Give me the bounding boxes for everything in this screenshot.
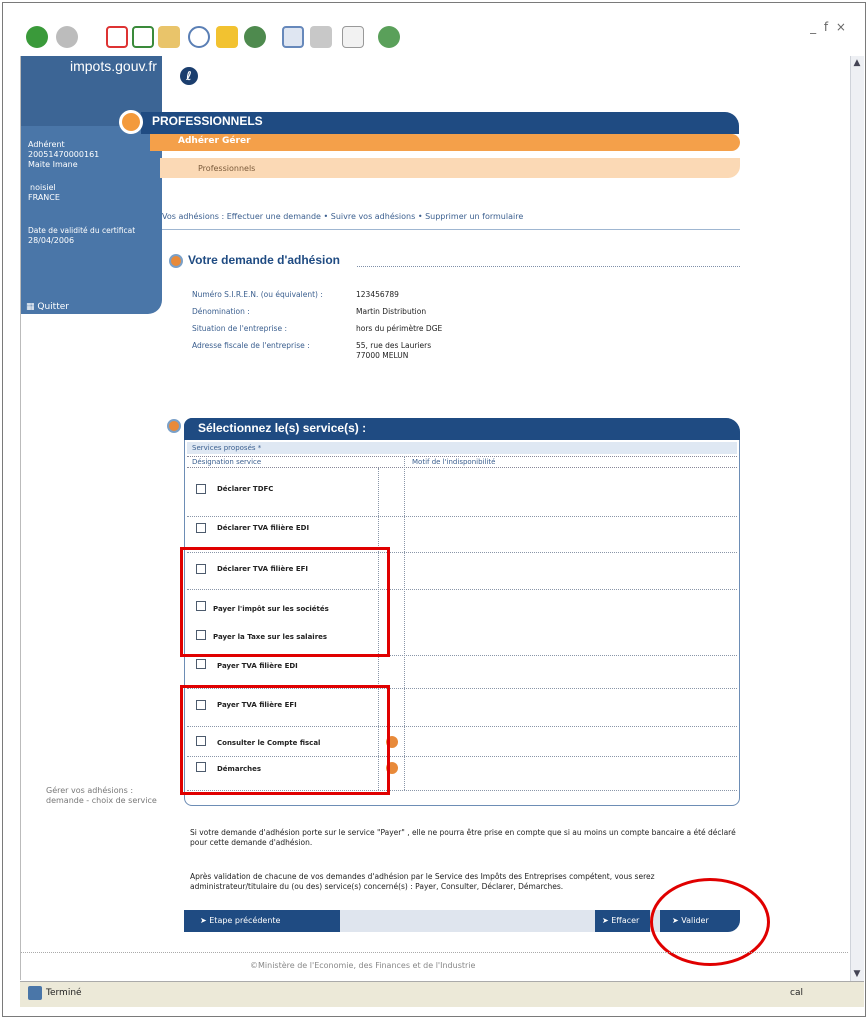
edit-icon[interactable] (342, 26, 364, 48)
services-title: Sélectionnez le(s) service(s) : (198, 421, 367, 435)
address-label: Adresse fiscale de l'entreprise : (192, 341, 310, 350)
forward-icon[interactable] (56, 26, 78, 48)
section-circle-icon (119, 110, 143, 134)
history-icon[interactable] (244, 26, 266, 48)
site-brand[interactable]: impots.gouv.fr (70, 58, 157, 74)
back-icon[interactable] (26, 26, 48, 48)
status-zone: cal (790, 988, 803, 998)
services-proposed-label: Services proposés * (192, 444, 262, 452)
footer-divider (21, 952, 848, 953)
services-subheader (187, 442, 737, 454)
denomination-label: Dénomination : (192, 307, 250, 316)
adherent-id: 20051470000161 (28, 150, 100, 159)
service-label: Payer TVA filière EDI (217, 662, 298, 670)
section-bullet-icon (169, 254, 183, 268)
adherent-label: Adhérent (28, 140, 65, 149)
page-icon (28, 986, 42, 1000)
status-bar (20, 981, 864, 1007)
previous-step-label: ➤ Etape précédente (200, 916, 280, 925)
demande-title: Votre demande d'adhésion (188, 253, 340, 267)
side-note-line-1: Gérer vos adhésions : (46, 786, 134, 795)
logo-icon: ℓ (177, 64, 201, 88)
service-label: Déclarer TVA filière EDI (217, 524, 310, 532)
denomination-value: Martin Distribution (356, 307, 427, 316)
top-small-label: 11 ASM (213, 58, 240, 66)
status-text: Terminé (46, 988, 82, 998)
service-checkbox[interactable] (196, 659, 206, 669)
service-label: Déclarer TDFC (217, 485, 274, 493)
demande-divider (357, 266, 740, 267)
arrow-right-icon: ➤ (602, 916, 612, 925)
scroll-up-icon[interactable]: ▲ (850, 56, 864, 70)
address-line-1: 55, rue des Lauriers (356, 341, 432, 350)
window-controls[interactable]: _ 𝖿 × (810, 20, 848, 34)
nav-divider (162, 229, 740, 230)
side-note: Gérer vos adhésions : demande - choix de… (46, 786, 157, 806)
siren-value: 123456789 (356, 290, 399, 299)
search-icon[interactable] (188, 26, 210, 48)
row-divider (187, 516, 737, 517)
highlight-box (180, 547, 390, 657)
situation-label: Situation de l'entreprise : (192, 324, 287, 333)
arrow-right-icon: ➤ (200, 916, 210, 925)
service-checkbox[interactable] (196, 523, 206, 533)
mail-icon[interactable] (282, 26, 304, 48)
browser-toolbar (26, 22, 846, 58)
refresh-icon[interactable] (132, 26, 154, 48)
col-motif: Motif de l'indisponibilité (412, 458, 496, 466)
stop-icon[interactable] (106, 26, 128, 48)
section-title: PROFESSIONNELS (152, 114, 263, 128)
adherent-name: Maite Imane (28, 160, 78, 169)
breadcrumb-nav[interactable]: Vos adhésions : Effectuer une demande • … (162, 212, 523, 221)
location-line-2: FRANCE (28, 193, 60, 202)
siren-label: Numéro S.I.R.E.N. (ou équivalent) : (192, 290, 323, 299)
vertical-scrollbar[interactable] (850, 56, 864, 981)
highlight-box (180, 685, 390, 795)
tab-adherer-gerer[interactable]: Adhérer Gérer (178, 136, 251, 146)
clear-text: Effacer (611, 916, 640, 925)
col-designation: Désignation service (192, 458, 262, 466)
grid-icon: ▦ (26, 302, 38, 312)
validation-notice: Après validation de chacune de vos deman… (190, 872, 655, 891)
sub-tab-professionnels[interactable]: Professionnels (198, 164, 255, 173)
location-line-1: noisiel (30, 183, 56, 192)
favorites-icon[interactable] (216, 26, 238, 48)
address-line-2: 77000 MELUN (356, 351, 409, 360)
side-note-line-2: demande - choix de service (46, 796, 157, 805)
payer-notice: Si votre demande d'adhésion porte sur le… (190, 828, 736, 847)
home-icon[interactable] (158, 26, 180, 48)
situation-value: hors du périmètre DGE (356, 324, 443, 333)
cert-date: 28/04/2006 (28, 236, 75, 245)
service-checkbox[interactable] (196, 484, 206, 494)
scroll-down-icon[interactable]: ▼ (850, 967, 864, 981)
print-icon[interactable] (310, 26, 332, 48)
quit-label: Quitter (37, 302, 69, 312)
quit-link[interactable]: ▦ Quitter (26, 302, 69, 312)
footer-copyright: ©Ministère de l'Economie, des Finances e… (250, 961, 476, 970)
cert-label: Date de validité du certificat (28, 226, 136, 235)
services-bullet-icon (167, 419, 181, 433)
column-divider (404, 456, 405, 790)
previous-step-text: Etape précédente (209, 916, 281, 925)
clear-label: ➤ Effacer (602, 916, 639, 925)
messenger-icon[interactable] (378, 26, 400, 48)
